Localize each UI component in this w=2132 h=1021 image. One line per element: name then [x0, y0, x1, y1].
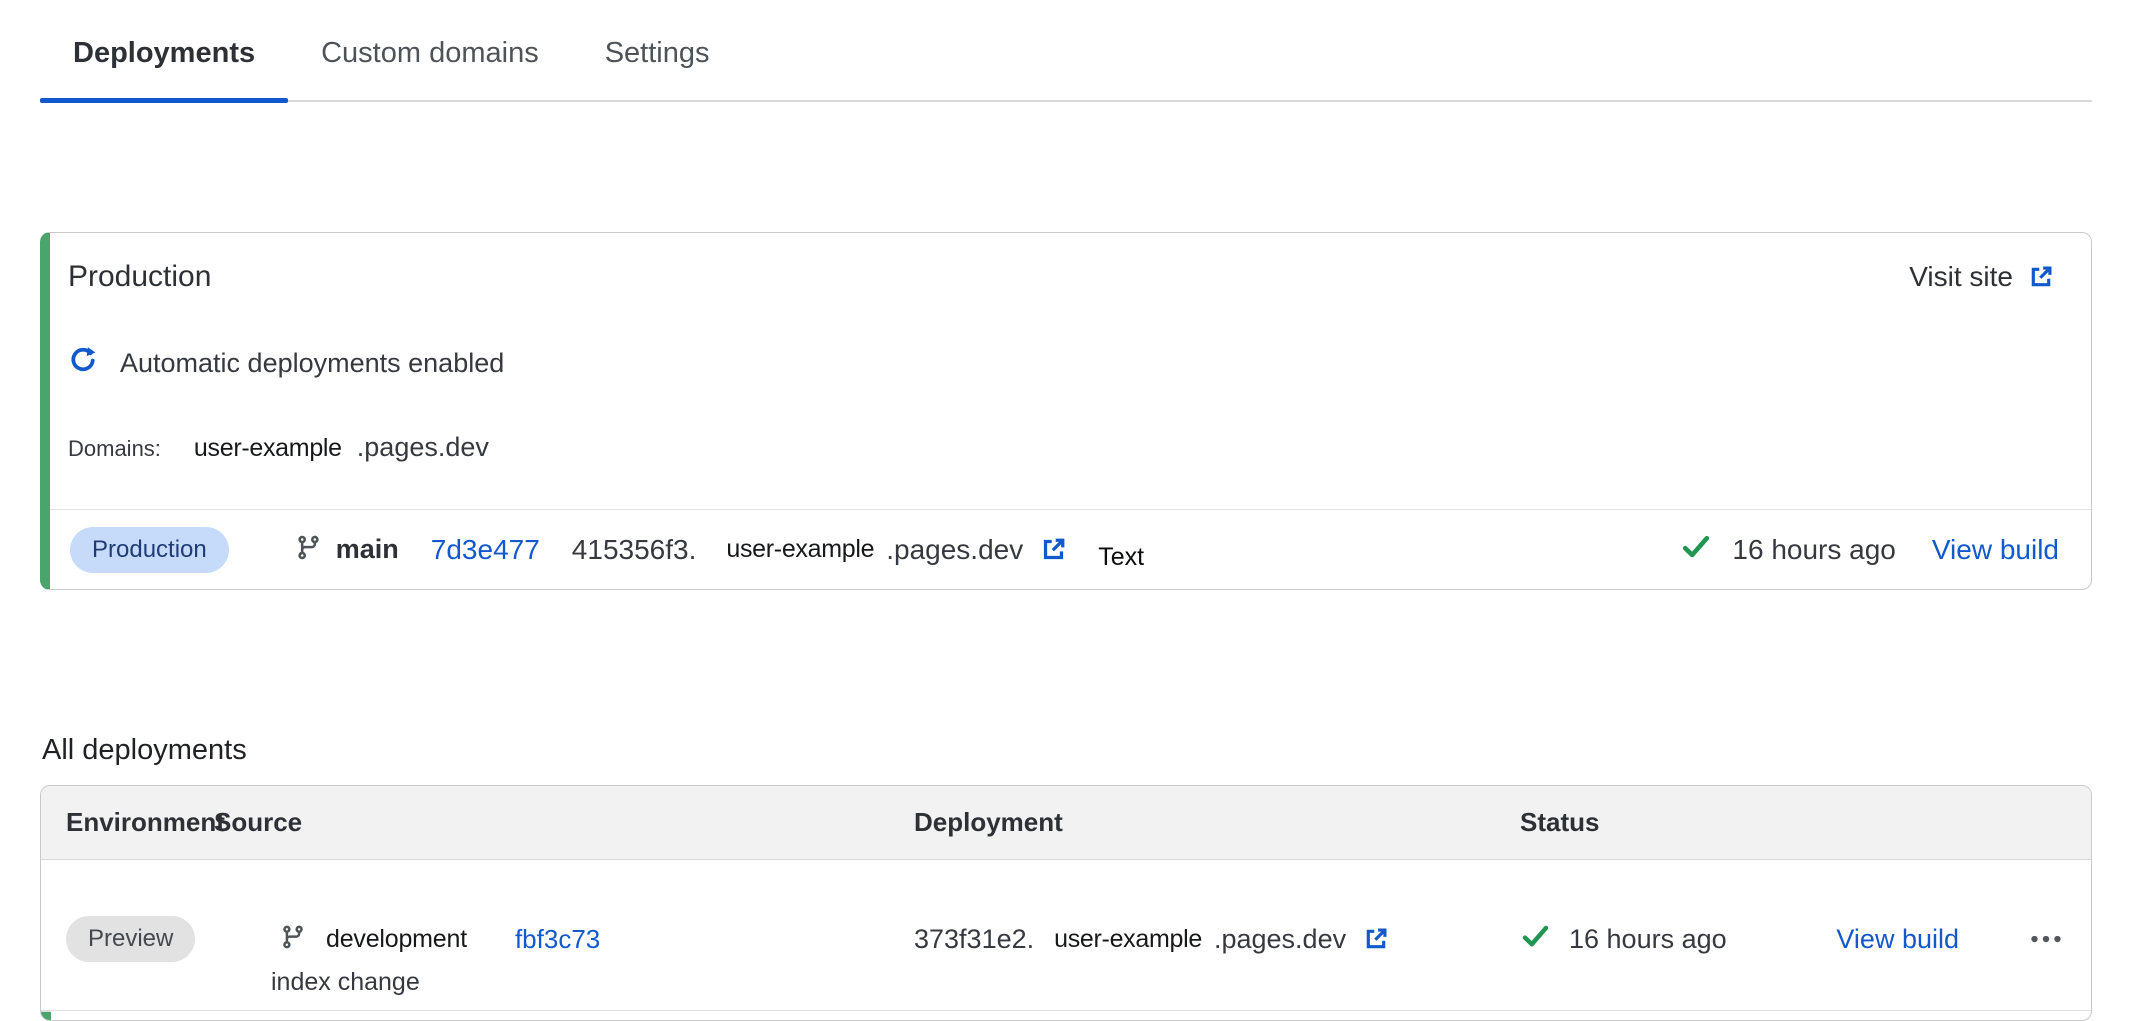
production-domain-name: user-example — [194, 434, 342, 463]
tab-bar: Deployments Custom domains Settings — [40, 0, 2092, 102]
production-deployment-row: Production main 7d3e477 415356f3. user-e… — [50, 509, 2091, 589]
refresh-icon — [68, 345, 98, 382]
deployment-domain-suffix: .pages.dev — [1214, 924, 1346, 955]
next-row-production-border-peek — [41, 1011, 51, 1020]
external-link-icon[interactable] — [1362, 925, 1390, 953]
deployment-time: 16 hours ago — [1732, 534, 1895, 566]
ellipsis-icon[interactable] — [2029, 922, 2063, 956]
check-icon — [1680, 531, 1712, 568]
external-link-icon — [2027, 263, 2055, 291]
git-branch-icon — [280, 924, 306, 955]
tab-settings[interactable]: Settings — [572, 36, 743, 100]
domains-label: Domains: — [68, 436, 161, 462]
visit-site-link[interactable]: Visit site — [1909, 261, 2055, 293]
column-header-source: Source — [214, 807, 914, 838]
deployment-id: 373f31e2. — [914, 924, 1034, 955]
external-link-icon[interactable] — [1039, 535, 1068, 564]
tab-custom-domains[interactable]: Custom domains — [288, 36, 572, 100]
all-deployments-table: Environment Source Deployment Status Pre… — [40, 785, 2092, 1021]
commit-hash-link[interactable]: fbf3c73 — [515, 924, 600, 955]
deployment-id: 415356f3. — [572, 534, 697, 566]
view-build-link[interactable]: View build — [1932, 534, 2059, 566]
deployment-domain: user-example — [726, 535, 874, 564]
production-domain-suffix: .pages.dev — [357, 432, 489, 463]
auto-deploy-text: Automatic deployments enabled — [120, 348, 504, 379]
column-header-deployment: Deployment — [914, 807, 1520, 838]
commit-message: index change — [271, 966, 914, 998]
deployment-domain-suffix: .pages.dev — [886, 534, 1023, 566]
tab-deployments[interactable]: Deployments — [40, 36, 288, 100]
git-branch-icon — [295, 534, 322, 566]
production-card-title: Production — [68, 259, 211, 295]
deployment-time: 16 hours ago — [1569, 924, 1727, 955]
production-card: Production Visit site Automat — [40, 232, 2092, 590]
commit-message: Text — [1098, 543, 1144, 572]
visit-site-label: Visit site — [1909, 261, 2013, 293]
all-deployments-title: All deployments — [42, 733, 2132, 767]
deployment-domain: user-example — [1054, 925, 1202, 954]
view-build-link[interactable]: View build — [1836, 924, 1959, 955]
branch-name: development — [326, 925, 467, 954]
environment-badge-preview: Preview — [66, 916, 195, 962]
branch-name: main — [336, 534, 399, 565]
table-row: Preview development fbf3c73 index change… — [41, 860, 2091, 1011]
column-header-environment: Environment — [66, 807, 214, 838]
check-icon — [1520, 921, 1551, 957]
table-header-row: Environment Source Deployment Status — [41, 786, 2091, 860]
column-header-status: Status — [1520, 807, 2091, 838]
commit-hash-link[interactable]: 7d3e477 — [431, 534, 540, 566]
environment-badge-production: Production — [70, 527, 229, 573]
